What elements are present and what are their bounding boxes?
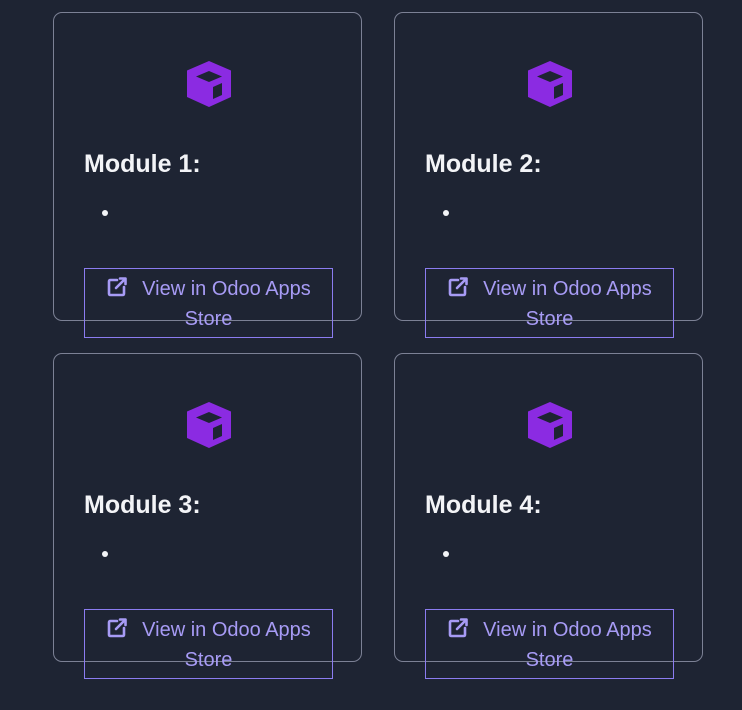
external-link-icon [448,277,468,297]
list-bullet [443,210,449,216]
view-in-store-label: View in Odoo Apps Store [142,619,311,671]
module-card: Module 2: View in Odoo Apps Store [394,12,703,338]
module-title: Module 1: [84,150,201,178]
module-title: Module 3: [84,491,201,519]
cube-icon [528,61,572,107]
module-feature-list [102,551,108,557]
view-in-store-label: View in Odoo Apps Store [483,278,652,330]
cube-icon [187,61,231,107]
module-card: Module 1: View in Odoo Apps Store [53,12,362,338]
external-link-icon [448,618,468,638]
view-in-store-button[interactable]: View in Odoo Apps Store [84,609,333,679]
external-link-icon [107,277,127,297]
module-title: Module 4: [425,491,542,519]
view-in-store-button[interactable]: View in Odoo Apps Store [425,609,674,679]
module-feature-list [443,210,449,216]
cube-icon [528,402,572,448]
external-link-icon [107,618,127,638]
cube-icon [187,402,231,448]
modules-grid: Module 1: View in Odoo Apps Store Module… [0,0,742,710]
module-feature-list [443,551,449,557]
module-feature-list [102,210,108,216]
list-bullet [443,551,449,557]
view-in-store-label: View in Odoo Apps Store [142,278,311,330]
view-in-store-label: View in Odoo Apps Store [483,619,652,671]
view-in-store-button[interactable]: View in Odoo Apps Store [84,268,333,338]
list-bullet [102,551,108,557]
module-card: Module 4: View in Odoo Apps Store [394,353,703,679]
module-title: Module 2: [425,150,542,178]
module-card: Module 3: View in Odoo Apps Store [53,353,362,679]
view-in-store-button[interactable]: View in Odoo Apps Store [425,268,674,338]
list-bullet [102,210,108,216]
